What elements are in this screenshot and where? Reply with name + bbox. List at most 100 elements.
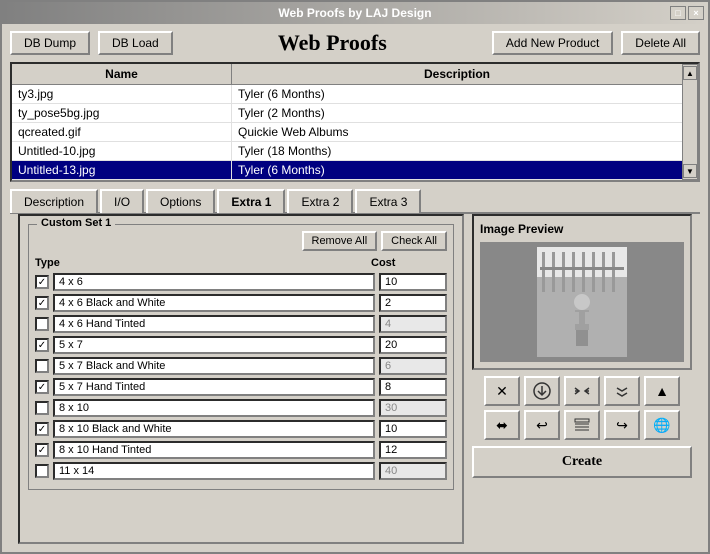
row-name: ty3.jpg — [12, 85, 232, 103]
product-checkbox-5[interactable]: ✓ — [35, 380, 49, 394]
product-row: ✓ 5 x 7 Hand Tinted 8 — [35, 378, 447, 396]
product-cost-0[interactable]: 10 — [379, 273, 447, 291]
table-inner: Name Description ty3.jpg Tyler (6 Months… — [12, 64, 682, 180]
title-bar-buttons: □ × — [670, 6, 704, 20]
left-panel: Custom Set 1 Remove All Check All Type C… — [18, 214, 464, 544]
product-checkbox-8[interactable]: ✓ — [35, 443, 49, 457]
db-dump-button[interactable]: DB Dump — [10, 31, 90, 55]
tab-extra3[interactable]: Extra 3 — [355, 189, 421, 213]
product-name-6: 8 x 10 — [53, 399, 375, 417]
product-checkbox-4[interactable] — [35, 359, 49, 373]
main-window: Web Proofs by LAJ Design □ × DB Dump DB … — [0, 0, 710, 554]
product-checkbox-2[interactable] — [35, 317, 49, 331]
table-row[interactable]: ty3.jpg Tyler (6 Months) — [12, 85, 682, 104]
row-desc: Tyler (2 Months) — [232, 104, 682, 122]
create-button[interactable]: Create — [472, 446, 692, 478]
rotate-right-icon-btn[interactable]: ↪ — [604, 410, 640, 440]
product-row: ✓ 8 x 10 Black and White 10 — [35, 420, 447, 438]
toolbar-icons: ✕ ▲ ⬌ ↩ — [472, 376, 692, 440]
product-checkbox-9[interactable] — [35, 464, 49, 478]
table-scrollbar[interactable]: ▲ ▼ — [682, 64, 698, 180]
up-icon-btn[interactable]: ▲ — [644, 376, 680, 406]
add-new-product-button[interactable]: Add New Product — [492, 31, 613, 55]
tab-description[interactable]: Description — [10, 189, 98, 213]
tabs-row: Description I/O Options Extra 1 Extra 2 … — [2, 182, 708, 212]
product-cost-6[interactable]: 30 — [379, 399, 447, 417]
main-content: Custom Set 1 Remove All Check All Type C… — [10, 212, 700, 552]
cost-col-header: Cost — [367, 257, 447, 269]
col-headers: Type Cost — [35, 257, 447, 269]
product-cost-7[interactable]: 10 — [379, 420, 447, 438]
table-row[interactable]: qcreated.gif Quickie Web Albums — [12, 123, 682, 142]
row-name: ty_pose5bg.jpg — [12, 104, 232, 122]
product-name-0: 4 x 6 — [53, 273, 375, 291]
product-name-8: 8 x 10 Hand Tinted — [53, 441, 375, 459]
list-icon-btn[interactable] — [564, 410, 600, 440]
title-bar: Web Proofs by LAJ Design □ × — [2, 2, 708, 24]
scroll-up-arrow[interactable]: ▲ — [683, 66, 697, 80]
tab-options[interactable]: Options — [146, 189, 215, 213]
product-name-7: 8 x 10 Black and White — [53, 420, 375, 438]
product-checkbox-1[interactable]: ✓ — [35, 296, 49, 310]
product-cost-8[interactable]: 12 — [379, 441, 447, 459]
preview-image — [537, 247, 627, 357]
table-row[interactable]: Untitled-13.jpg Tyler (6 Months) — [12, 161, 682, 180]
image-preview-section: Image Preview — [472, 214, 692, 370]
product-name-3: 5 x 7 — [53, 336, 375, 354]
top-buttons: Remove All Check All — [35, 231, 447, 251]
table-header: Name Description — [12, 64, 682, 85]
check-all-button[interactable]: Check All — [381, 231, 447, 251]
close-icon-btn[interactable]: ✕ — [484, 376, 520, 406]
right-panel: Image Preview — [472, 214, 692, 544]
file-table: Name Description ty3.jpg Tyler (6 Months… — [10, 62, 700, 182]
product-cost-2[interactable]: 4 — [379, 315, 447, 333]
minimize-button[interactable]: □ — [670, 6, 686, 20]
forward-icon-btn[interactable] — [604, 376, 640, 406]
row-desc: Quickie Web Albums — [232, 123, 682, 141]
product-checkbox-7[interactable]: ✓ — [35, 422, 49, 436]
scroll-down-arrow[interactable]: ▼ — [683, 164, 697, 178]
product-name-4: 5 x 7 Black and White — [53, 357, 375, 375]
toolbar: DB Dump DB Load Web Proofs Add New Produ… — [2, 24, 708, 62]
product-cost-9[interactable]: 40 — [379, 462, 447, 480]
product-name-9: 11 x 14 — [53, 462, 375, 480]
rotate-left-icon-btn[interactable]: ↩ — [524, 410, 560, 440]
type-col-header: Type — [35, 257, 95, 269]
row-desc: Tyler (18 Months) — [232, 142, 682, 160]
product-cost-1[interactable]: 2 — [379, 294, 447, 312]
product-row: ✓ 8 x 10 Hand Tinted 12 — [35, 441, 447, 459]
delete-all-button[interactable]: Delete All — [621, 31, 700, 55]
product-checkbox-6[interactable] — [35, 401, 49, 415]
globe-icon-btn[interactable]: 🌐 — [644, 410, 680, 440]
db-load-button[interactable]: DB Load — [98, 31, 173, 55]
row-name: qcreated.gif — [12, 123, 232, 141]
expand-icon-btn[interactable]: ⬌ — [484, 410, 520, 440]
tab-io[interactable]: I/O — [100, 189, 144, 213]
download-icon-btn[interactable] — [524, 376, 560, 406]
product-checkbox-3[interactable]: ✓ — [35, 338, 49, 352]
product-cost-3[interactable]: 20 — [379, 336, 447, 354]
product-row: ✓ 4 x 6 Black and White 2 — [35, 294, 447, 312]
product-cost-4[interactable]: 6 — [379, 357, 447, 375]
left-right-icon-btn[interactable] — [564, 376, 600, 406]
product-row: 5 x 7 Black and White 6 — [35, 357, 447, 375]
image-preview-title: Image Preview — [480, 222, 684, 236]
icon-row-1: ✕ ▲ — [472, 376, 692, 406]
app-title: Web Proofs — [181, 30, 484, 56]
custom-set-label: Custom Set 1 — [37, 217, 115, 229]
row-desc: Tyler (6 Months) — [232, 161, 682, 179]
image-box — [480, 242, 684, 362]
remove-all-button[interactable]: Remove All — [302, 231, 378, 251]
close-button[interactable]: × — [688, 6, 704, 20]
window-title: Web Proofs by LAJ Design — [278, 6, 431, 20]
table-row[interactable]: Untitled-10.jpg Tyler (18 Months) — [12, 142, 682, 161]
product-row: 4 x 6 Hand Tinted 4 — [35, 315, 447, 333]
product-checkbox-0[interactable]: ✓ — [35, 275, 49, 289]
tab-extra2[interactable]: Extra 2 — [287, 189, 353, 213]
tab-extra1[interactable]: Extra 1 — [217, 189, 285, 213]
table-row[interactable]: ty_pose5bg.jpg Tyler (2 Months) — [12, 104, 682, 123]
row-name: Untitled-10.jpg — [12, 142, 232, 160]
row-desc: Tyler (6 Months) — [232, 85, 682, 103]
product-row: 11 x 14 40 — [35, 462, 447, 480]
product-cost-5[interactable]: 8 — [379, 378, 447, 396]
